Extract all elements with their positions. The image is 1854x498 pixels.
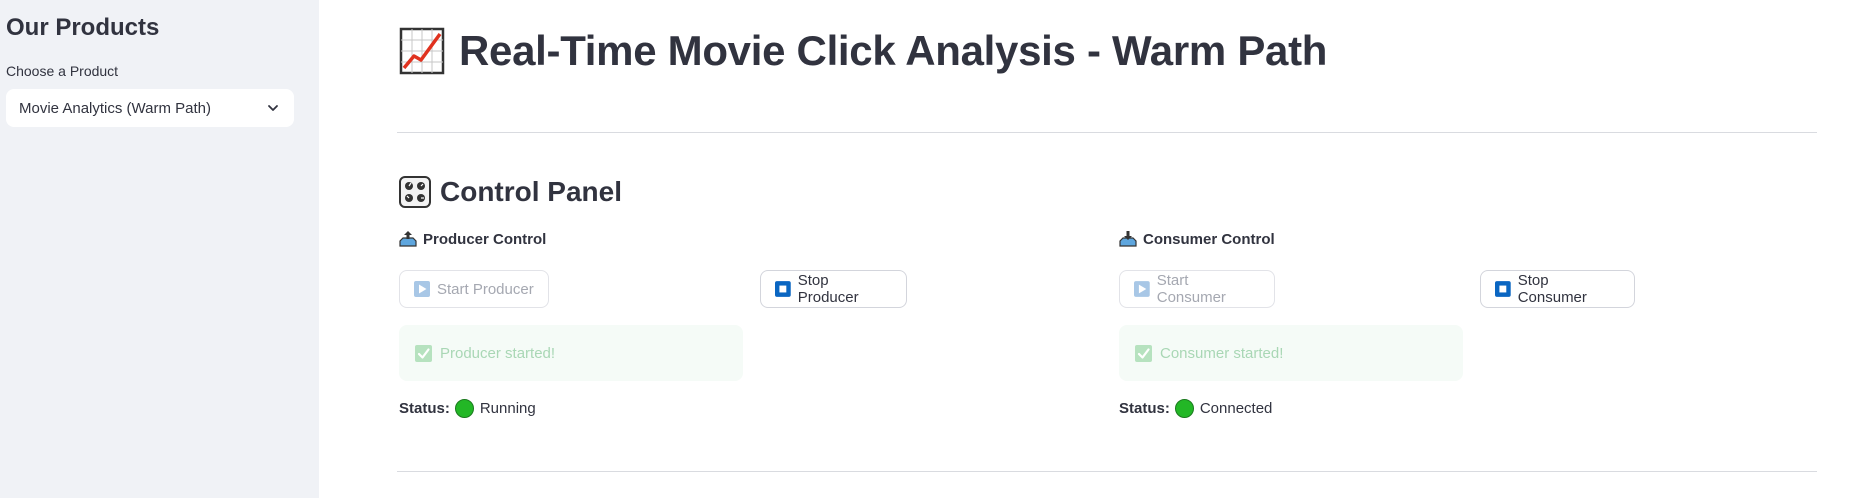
- chevron-down-icon: [268, 105, 278, 111]
- control-panel-title-text: Control Panel: [440, 176, 623, 207]
- page-title: Real-Time Movie Click Analysis - Warm Pa…: [399, 26, 1327, 76]
- product-select-value: Movie Analytics (Warm Path): [19, 99, 211, 117]
- consumer-status: Status: Connected: [1119, 399, 1272, 418]
- product-select[interactable]: Movie Analytics (Warm Path): [6, 89, 294, 127]
- producer-control-heading-text: Producer Control: [423, 230, 547, 248]
- chart-increasing-icon: [399, 27, 445, 75]
- inbox-tray-icon: [1119, 231, 1137, 247]
- producer-status: Status: Running: [399, 399, 536, 418]
- producer-success-message: Producer started!: [440, 344, 556, 362]
- stop-icon: [775, 281, 791, 297]
- divider: [397, 132, 1817, 133]
- producer-status-value: Running: [479, 400, 536, 417]
- consumer-status-label: Status:: [1119, 400, 1170, 417]
- producer-success-alert: Producer started!: [399, 325, 743, 381]
- start-consumer-button[interactable]: Start Consumer: [1119, 270, 1275, 308]
- stop-producer-label: Stop Producer: [797, 272, 859, 306]
- product-select-label: Choose a Product: [6, 63, 119, 79]
- green-circle-icon: [454, 399, 474, 418]
- consumer-status-value: Connected: [1199, 400, 1273, 417]
- main-content: Real-Time Movie Click Analysis - Warm Pa…: [319, 0, 1854, 498]
- page-title-text: Real-Time Movie Click Analysis - Warm Pa…: [459, 27, 1328, 74]
- stop-icon: [1495, 281, 1511, 297]
- consumer-control-heading: Consumer Control: [1119, 230, 1275, 248]
- start-producer-label: Start Producer: [437, 280, 534, 298]
- consumer-success-alert: Consumer started!: [1119, 325, 1463, 381]
- producer-control-heading: Producer Control: [399, 230, 546, 248]
- consumer-success-message: Consumer started!: [1160, 344, 1284, 362]
- sidebar-title: Our Products: [6, 14, 160, 41]
- play-icon: [1134, 281, 1150, 297]
- consumer-control-heading-text: Consumer Control: [1143, 230, 1275, 248]
- divider: [397, 471, 1817, 472]
- check-mark-icon: [415, 344, 432, 362]
- control-panel-title: Control Panel: [399, 176, 622, 208]
- check-mark-icon: [1135, 344, 1152, 362]
- green-circle-icon: [1174, 399, 1194, 418]
- stop-consumer-button[interactable]: Stop Consumer: [1480, 270, 1635, 308]
- play-icon: [414, 281, 430, 297]
- start-producer-button[interactable]: Start Producer: [399, 270, 549, 308]
- control-knobs-icon: [399, 176, 431, 208]
- outbox-tray-icon: [399, 231, 417, 247]
- sidebar: Our Products Choose a Product Movie Anal…: [0, 0, 319, 498]
- stop-consumer-label: Stop Consumer: [1517, 272, 1587, 306]
- producer-status-label: Status:: [399, 400, 450, 417]
- start-consumer-label: Start Consumer: [1156, 272, 1226, 306]
- stop-producer-button[interactable]: Stop Producer: [760, 270, 907, 308]
